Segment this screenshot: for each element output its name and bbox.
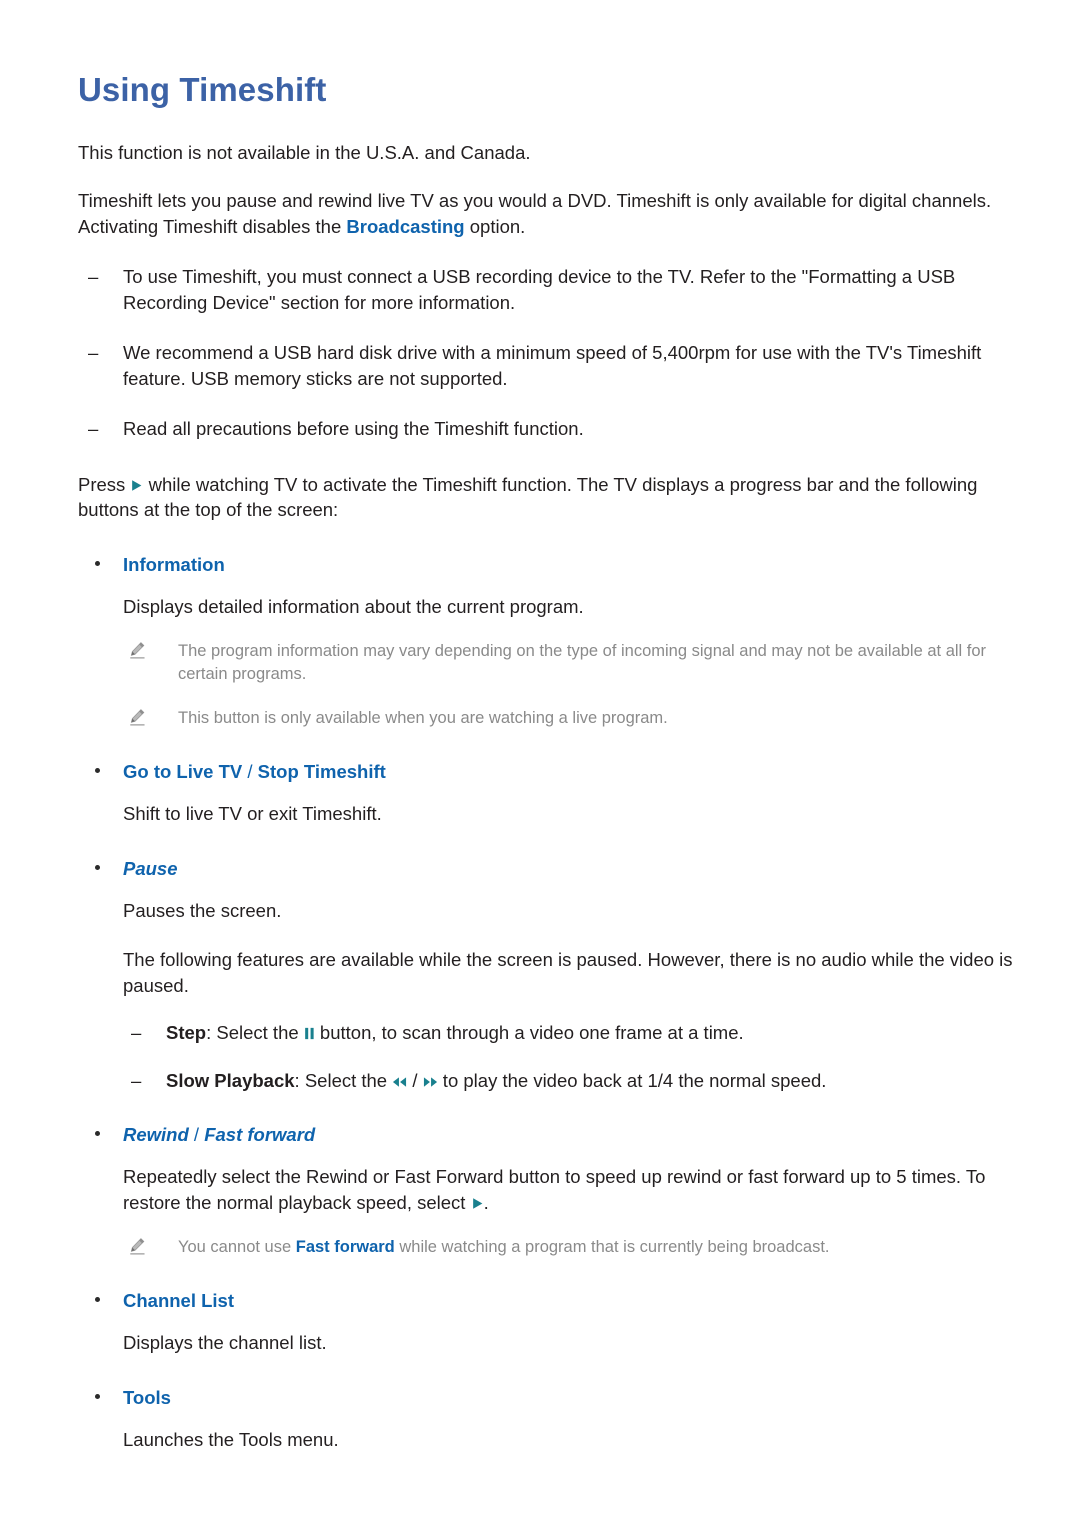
sub-item-text-after: to play the video back at 1/4 the normal… [437,1069,827,1091]
section-heading-rewind-fast-forward[interactable]: Rewind / Fast forward [78,1122,1018,1147]
bullet-dot-icon [95,1131,100,1137]
requirement-item: – To use Timeshift, you must connect a U… [78,264,1018,315]
pause-icon [304,1027,315,1040]
requirement-text: We recommend a USB hard disk drive with … [123,342,982,389]
overview-text-2: option. [464,215,526,237]
section-heading-pause[interactable]: Pause [78,856,1018,881]
section-body: The following features are available whi… [123,949,1013,996]
section-description: Launches the Tools menu. [123,1428,339,1450]
dash-marker: – [131,1022,142,1044]
document-page: Using Timeshift This function is not ava… [0,0,1080,1527]
note-item: This button is only available when you a… [126,707,1018,730]
sub-item-term: Step [166,1022,207,1044]
section-description: Shift to live TV or exit Timeshift. [123,803,382,825]
section-label: Pause [123,857,178,879]
overview-paragraph: Timeshift lets you pause and rewind live… [78,188,1018,239]
section-heading-channel-list[interactable]: Channel List [78,1288,1018,1313]
fast-forward-icon [423,1076,438,1088]
note-text: The program information may vary dependi… [178,642,987,684]
section-heading-tools[interactable]: Tools [78,1385,1018,1410]
activation-text-1: Press [78,473,131,495]
section-heading-go-to-live-tv[interactable]: Go to Live TV / Stop Timeshift [78,759,1018,784]
section-body-text-1: Repeatedly select the Rewind or Fast For… [123,1166,986,1213]
broadcasting-link[interactable]: Broadcasting [346,216,464,237]
sub-item-icon-divider: / [407,1069,423,1091]
section-label: Go to Live TV [123,761,243,783]
section-body-text-2: . [483,1191,489,1213]
play-icon [130,479,143,492]
dash-marker: – [88,266,99,288]
dash-marker: – [88,418,99,440]
section-label: Rewind [123,1124,189,1146]
play-icon [471,1197,484,1210]
note-text-after: while watching a program that is current… [394,1238,830,1257]
note-item: You cannot use Fast forward while watchi… [126,1236,1018,1259]
rewind-icon [392,1076,407,1088]
section-description: Displays the channel list. [123,1332,327,1354]
sub-item-step: – Step: Select the button, to scan throu… [121,1020,1018,1046]
sub-item-term: Slow Playback [166,1069,295,1091]
section-body: Repeatedly select the Rewind or Fast For… [78,1164,1018,1215]
activation-paragraph: Press while watching TV to activate the … [78,472,1018,523]
note-text-before: You cannot use [178,1238,296,1257]
section-description: Displays detailed information about the … [123,595,584,617]
pencil-icon [128,1237,147,1256]
section-label-secondary: Fast forward [204,1124,316,1146]
overview-text-1: Timeshift lets you pause and rewind live… [78,190,992,237]
requirement-item: – Read all precautions before using the … [78,416,1018,442]
section-description: Pauses the screen. [123,899,282,921]
dash-marker: – [88,342,99,364]
section-label-separator: / [242,761,258,783]
dash-marker: – [131,1069,142,1091]
bullet-dot-icon [95,768,100,774]
pencil-icon [128,641,147,660]
page-title: Using Timeshift [78,71,327,108]
requirement-item: – We recommend a USB hard disk drive wit… [78,340,1018,391]
activation-text-2: while watching TV to activate the Timesh… [78,473,978,521]
bullet-dot-icon [95,864,100,870]
bullet-dot-icon [95,1297,100,1303]
section-label: Channel List [123,1290,235,1312]
sub-item-slow-playback: – Slow Playback: Select the / to play th… [121,1068,1018,1094]
section-label-separator: / [188,1124,205,1146]
requirement-text: Read all precautions before using the Ti… [123,418,584,440]
section-label: Tools [123,1386,171,1408]
bullet-dot-icon [95,1393,100,1399]
fast-forward-link[interactable]: Fast forward [296,1238,395,1256]
pencil-icon [128,708,147,727]
section-heading-information[interactable]: Information [78,552,1018,577]
note-text: This button is only available when you a… [178,709,668,728]
section-label-secondary: Stop Timeshift [257,761,386,783]
availability-note: This function is not available in the U.… [78,141,531,163]
requirement-text: To use Timeshift, you must connect a USB… [123,266,956,313]
sub-item-text-before: : Select the [294,1069,393,1091]
note-item: The program information may vary dependi… [126,640,1018,686]
section-label: Information [123,553,225,575]
sub-item-text-after: button, to scan through a video one fram… [314,1022,744,1044]
sub-item-text-before: : Select the [206,1022,304,1044]
bullet-dot-icon [95,560,100,566]
